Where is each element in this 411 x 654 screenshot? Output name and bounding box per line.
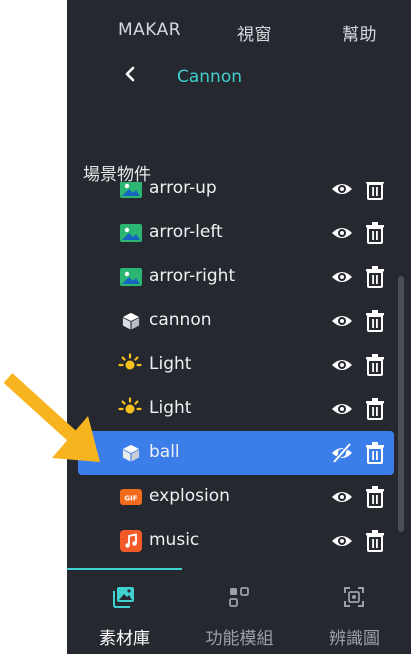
- list-item[interactable]: cannon: [78, 299, 394, 343]
- tab-label: 辨識圖: [329, 629, 380, 649]
- eye-icon[interactable]: [331, 531, 353, 551]
- gif-icon: GIF: [120, 489, 142, 505]
- menu-help[interactable]: 幫助: [342, 20, 377, 45]
- list-item-selected[interactable]: ball: [78, 431, 394, 475]
- object-name: arror-right: [149, 266, 236, 286]
- bottom-tab-bar: 素材庫 功能模組 辨識圖: [67, 568, 411, 654]
- list-item[interactable]: GIF explosion: [78, 475, 394, 519]
- image-icon: [120, 224, 142, 242]
- object-name: Light: [149, 398, 192, 418]
- back-chevron-icon[interactable]: [122, 62, 138, 86]
- active-tab-indicator: [67, 568, 182, 570]
- list-item[interactable]: arror-up: [78, 182, 394, 211]
- object-name: arror-left: [149, 222, 223, 242]
- eye-icon[interactable]: [331, 267, 353, 287]
- list-scrollbar[interactable]: [398, 276, 404, 532]
- annotation-arrow-icon: [3, 373, 100, 462]
- object-name: music: [149, 530, 200, 550]
- trash-icon[interactable]: [365, 486, 385, 508]
- list-item[interactable]: Light: [78, 387, 394, 431]
- list-item[interactable]: music: [78, 519, 394, 563]
- tab-label: 素材庫: [99, 629, 150, 649]
- trash-icon[interactable]: [365, 530, 385, 552]
- eye-off-icon[interactable]: [331, 443, 353, 463]
- app-root: MAKAR 視窗 幫助 Cannon 場景物件 arror-up arror-l…: [0, 0, 411, 654]
- object-name: ball: [149, 442, 180, 462]
- cube-icon: [122, 444, 140, 462]
- svg-text:GIF: GIF: [124, 495, 137, 503]
- music-icon: [120, 530, 142, 552]
- menu-bar: MAKAR 視窗 幫助: [67, 0, 411, 62]
- eye-icon[interactable]: [331, 311, 353, 331]
- cube-icon: [122, 312, 140, 330]
- object-name: arror-up: [149, 182, 217, 198]
- trash-icon[interactable]: [365, 266, 385, 288]
- list-item[interactable]: arror-right: [78, 255, 394, 299]
- trash-icon[interactable]: [365, 222, 385, 244]
- modules-icon: [229, 587, 249, 607]
- list-item[interactable]: arror-left: [78, 211, 394, 255]
- project-title: Cannon: [177, 67, 243, 87]
- light-icon: [118, 353, 142, 370]
- menu-window[interactable]: 視窗: [237, 20, 272, 45]
- eye-icon[interactable]: [331, 355, 353, 375]
- object-name: Light: [149, 354, 192, 374]
- trash-icon[interactable]: [365, 182, 385, 200]
- light-icon: [118, 397, 142, 414]
- eye-icon[interactable]: [331, 399, 353, 419]
- list-item[interactable]: Light: [78, 343, 394, 387]
- image-icon: [120, 268, 142, 286]
- tab-modules[interactable]: 功能模組: [182, 568, 297, 654]
- trash-icon[interactable]: [365, 354, 385, 376]
- eye-icon[interactable]: [331, 182, 353, 199]
- object-name: explosion: [149, 486, 230, 506]
- eye-icon[interactable]: [331, 223, 353, 243]
- menu-makar[interactable]: MAKAR: [118, 20, 181, 40]
- trash-icon[interactable]: [365, 442, 385, 464]
- trash-icon[interactable]: [365, 310, 385, 332]
- tab-target-images[interactable]: 辨識圖: [297, 568, 411, 654]
- target-image-icon: [344, 587, 364, 607]
- tab-label: 功能模組: [205, 629, 274, 649]
- object-name: cannon: [149, 310, 212, 330]
- media-library-icon: [113, 587, 134, 608]
- eye-icon[interactable]: [331, 487, 353, 507]
- scene-object-list: arror-up arror-left arror-right cannon L…: [67, 182, 411, 568]
- image-icon: [120, 182, 142, 198]
- tab-media-library[interactable]: 素材庫: [67, 568, 182, 654]
- trash-icon[interactable]: [365, 398, 385, 420]
